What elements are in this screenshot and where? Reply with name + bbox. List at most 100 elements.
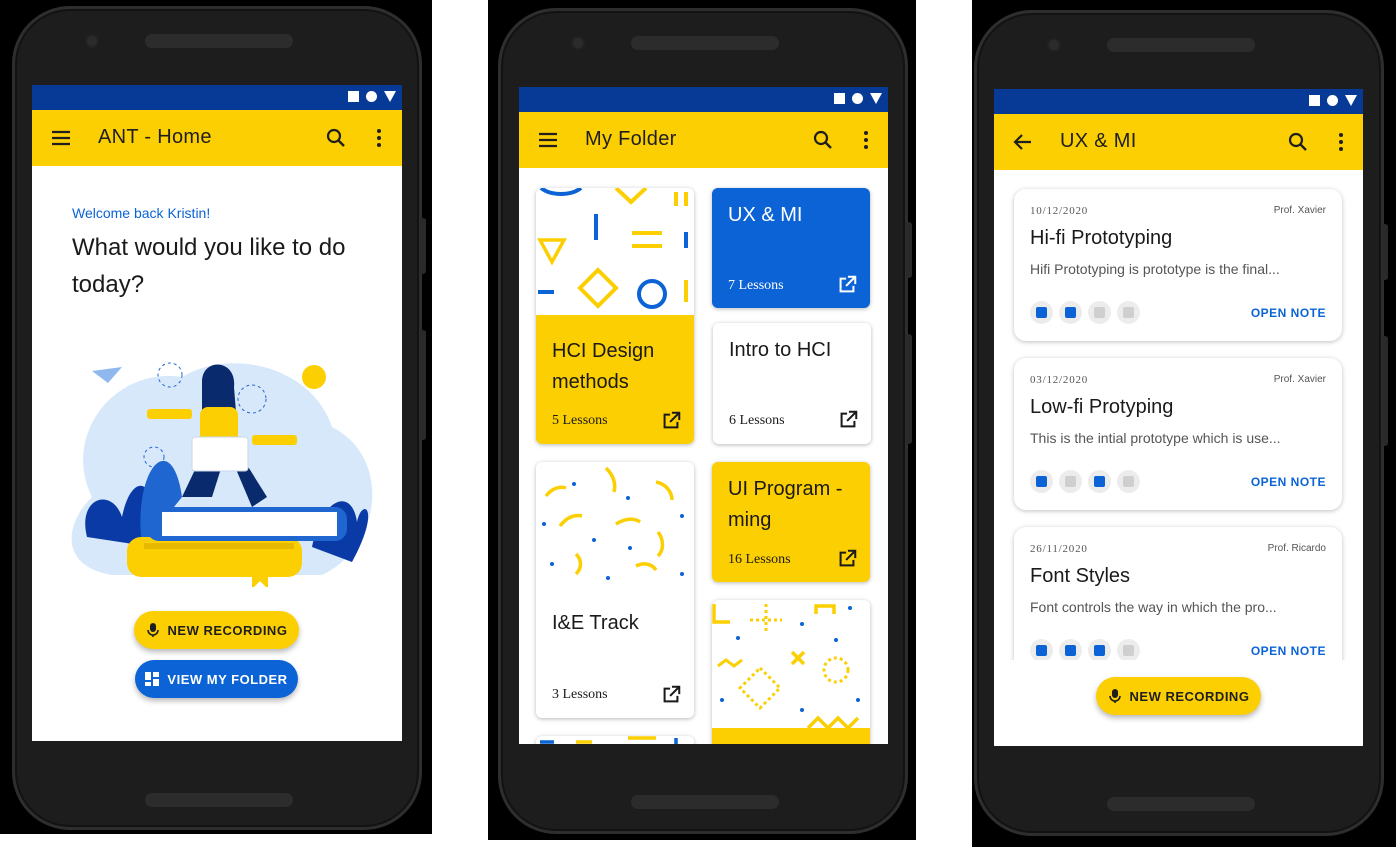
notes-list: 10/12/2020 Prof. Xavier Hi-fi Prototypin…	[994, 170, 1363, 660]
open-note-button[interactable]: OPEN NOTE	[1251, 306, 1326, 320]
note-preview: This is the intial prototype which is us…	[1030, 430, 1281, 446]
note-date: 26/11/2020	[1030, 543, 1088, 555]
card-lessons: 16 Lessons	[728, 552, 791, 567]
card-title: UI Program -ming	[728, 478, 843, 531]
student-illustration	[71, 362, 373, 587]
power-button	[1382, 336, 1388, 446]
open-in-new-icon[interactable]	[836, 274, 858, 296]
open-in-new-icon[interactable]	[660, 410, 682, 432]
note-title: Hi-fi Prototyping	[1030, 227, 1173, 249]
app-bar: My Folder	[519, 112, 888, 168]
document-icon	[1088, 470, 1111, 493]
search-icon[interactable]	[324, 126, 348, 150]
note-card[interactable]: 26/11/2020 Prof. Ricardo Font Styles Fon…	[1014, 527, 1342, 660]
open-in-new-icon[interactable]	[836, 548, 858, 570]
note-professor: Prof. Ricardo	[1267, 543, 1326, 554]
card-title: HCI Design methods	[552, 340, 655, 393]
note-professor: Prof. Xavier	[1273, 205, 1326, 216]
front-camera	[571, 36, 585, 50]
folder-card-ux-mi[interactable]: UX & MI 7 Lessons	[712, 188, 870, 308]
power-button	[420, 330, 426, 440]
status-bar	[994, 89, 1363, 114]
earpiece-speaker	[1107, 38, 1255, 52]
media-library-icon	[1030, 301, 1053, 324]
folder-screen: My Folder HCI Design methods 5 Lessons U…	[519, 87, 888, 744]
open-note-button[interactable]: OPEN NOTE	[1251, 644, 1326, 658]
card-title: I&E Track	[552, 612, 639, 634]
view-my-folder-label: VIEW MY FOLDER	[167, 671, 288, 687]
document-icon	[1088, 301, 1111, 324]
more-options-icon[interactable]	[367, 126, 391, 150]
page-title: ANT - Home	[98, 126, 212, 148]
text-format-icon	[1117, 639, 1140, 660]
card-title: UX & MI	[728, 204, 803, 226]
welcome-text: Welcome back Kristin!	[72, 205, 211, 221]
new-recording-label: NEW RECORDING	[1129, 688, 1250, 704]
microphone-icon	[146, 623, 159, 637]
home-circle-icon	[852, 93, 863, 104]
note-title: Low-fi Protyping	[1030, 396, 1174, 418]
confetti-graphic	[542, 466, 684, 580]
folder-card-partial[interactable]	[536, 736, 694, 744]
text-format-icon	[1117, 301, 1140, 324]
search-icon[interactable]	[811, 128, 835, 152]
signal-triangle-icon	[1345, 95, 1357, 106]
front-camera	[85, 34, 99, 48]
page-title: My Folder	[585, 128, 677, 150]
card-lessons: 3 Lessons	[552, 687, 608, 702]
image-icon	[1059, 470, 1082, 493]
app-bar: ANT - Home	[32, 110, 402, 166]
note-card[interactable]: 10/12/2020 Prof. Xavier Hi-fi Prototypin…	[1014, 189, 1342, 341]
card-lessons: 5 Lessons	[552, 413, 608, 428]
microphone-icon	[1108, 689, 1121, 703]
new-recording-button[interactable]: NEW RECORDING	[1096, 677, 1261, 715]
menu-icon[interactable]	[49, 126, 73, 150]
media-library-icon	[1030, 470, 1053, 493]
media-library-icon	[1030, 639, 1053, 660]
page-title: UX & MI	[1060, 130, 1137, 152]
back-arrow-icon[interactable]	[1011, 130, 1035, 154]
note-card[interactable]: 03/12/2020 Prof. Xavier Low-fi Protyping…	[1014, 358, 1342, 510]
signal-triangle-icon	[384, 91, 396, 102]
folder-card-ui-programming[interactable]: UI Program -ming 16 Lessons	[712, 462, 870, 582]
app-bar: UX & MI	[994, 114, 1363, 170]
home-screen: ANT - Home Welcome back Kristin! What wo…	[32, 85, 402, 741]
image-icon	[1059, 639, 1082, 660]
notes-screen: UX & MI 10/12/2020 Prof. Xavier Hi-fi Pr…	[994, 89, 1363, 746]
earpiece-speaker	[145, 34, 293, 48]
note-date: 03/12/2020	[1030, 374, 1089, 386]
more-options-icon[interactable]	[854, 128, 878, 152]
power-button	[906, 334, 912, 444]
note-preview: Hifi Prototyping is prototype is the fin…	[1030, 261, 1280, 277]
open-in-new-icon[interactable]	[837, 409, 859, 431]
bottom-speaker	[631, 795, 779, 809]
recents-icon	[348, 91, 359, 102]
volume-button	[1382, 224, 1388, 280]
folder-card-hci-design[interactable]: HCI Design methods 5 Lessons	[536, 188, 694, 444]
home-circle-icon	[366, 91, 377, 102]
question-heading: What would you like to do today?	[72, 234, 346, 298]
image-icon	[1059, 301, 1082, 324]
volume-button	[906, 222, 912, 278]
more-options-icon[interactable]	[1329, 130, 1353, 154]
status-bar	[32, 85, 402, 110]
card-title: Intro to HCI	[729, 339, 832, 361]
new-recording-button[interactable]: NEW RECORDING	[134, 611, 299, 649]
note-professor: Prof. Xavier	[1273, 374, 1326, 385]
pattern-graphic	[537, 188, 688, 309]
text-format-icon	[1117, 470, 1140, 493]
open-in-new-icon[interactable]	[660, 684, 682, 706]
pattern-graphic	[712, 604, 860, 731]
note-date: 10/12/2020	[1030, 205, 1089, 217]
earpiece-speaker	[631, 36, 779, 50]
search-icon[interactable]	[1286, 130, 1310, 154]
card-lessons: 6 Lessons	[729, 413, 785, 428]
view-my-folder-button[interactable]: VIEW MY FOLDER	[135, 660, 298, 698]
folder-card-pattern[interactable]	[712, 600, 870, 744]
folder-card-intro-hci[interactable]: Intro to HCI 6 Lessons	[713, 323, 871, 444]
home-circle-icon	[1327, 95, 1338, 106]
status-bar	[519, 87, 888, 112]
menu-icon[interactable]	[536, 128, 560, 152]
folder-card-ie-track[interactable]: I&E Track 3 Lessons	[536, 462, 694, 718]
open-note-button[interactable]: OPEN NOTE	[1251, 475, 1326, 489]
